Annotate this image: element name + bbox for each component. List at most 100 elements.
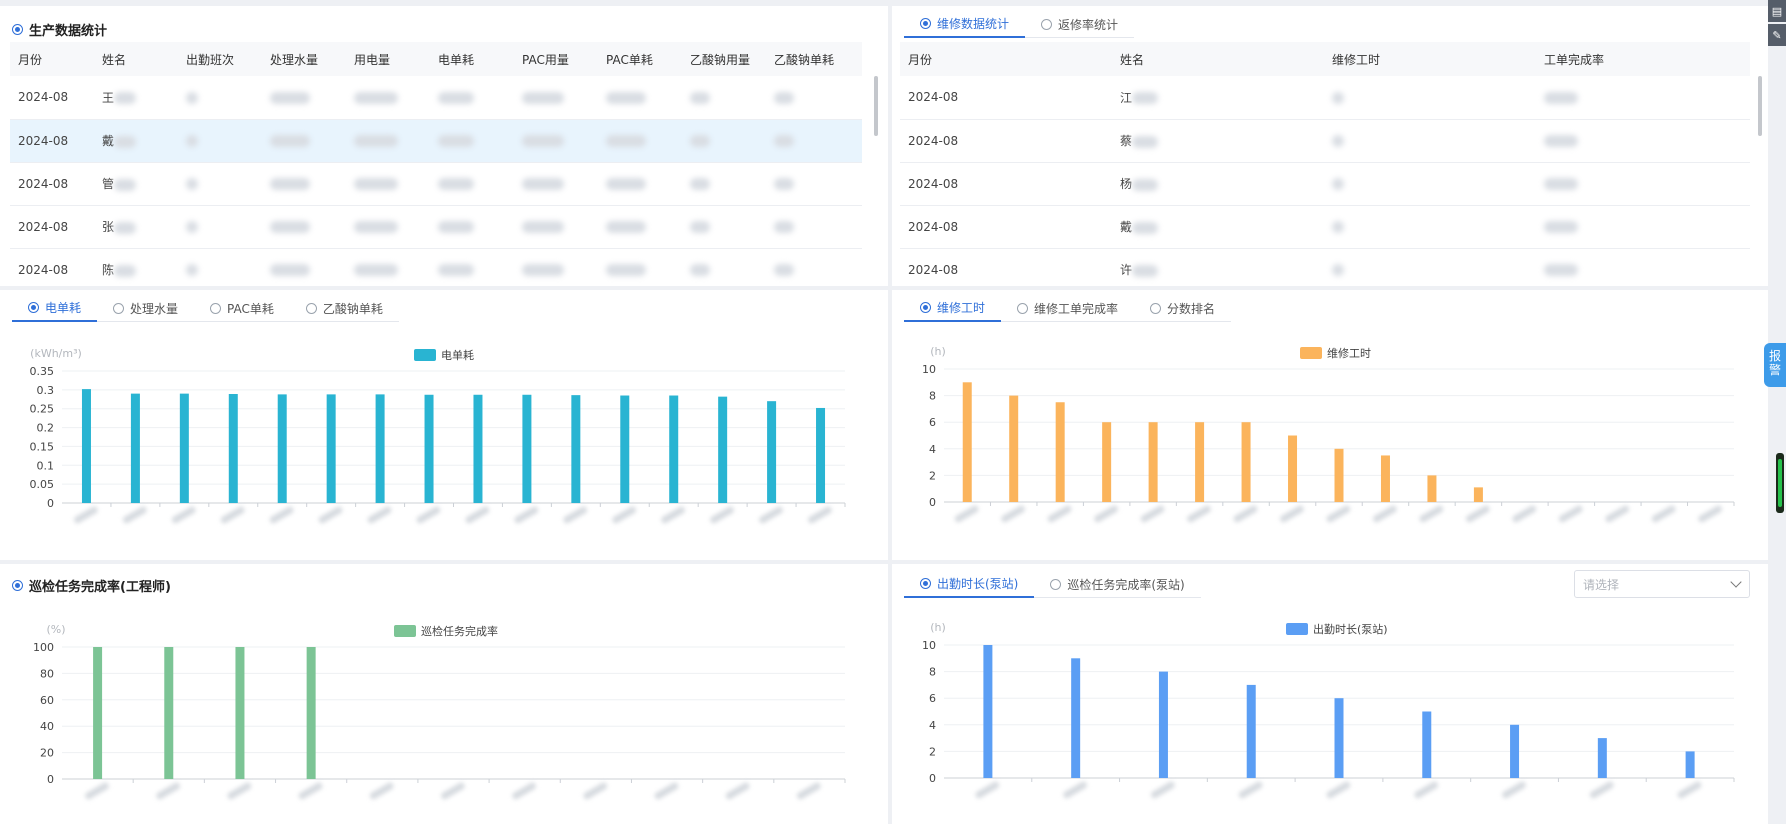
y-axis-unit: (h) bbox=[930, 621, 946, 634]
column-header[interactable]: 维修工时 bbox=[1324, 42, 1536, 76]
column-header[interactable]: 工单完成率 bbox=[1536, 42, 1750, 76]
bar[interactable] bbox=[1510, 724, 1520, 778]
value-cell bbox=[346, 248, 430, 286]
bar[interactable] bbox=[1102, 422, 1112, 502]
bar[interactable] bbox=[1422, 711, 1432, 779]
x-tick-label bbox=[975, 781, 1000, 799]
bar[interactable] bbox=[93, 647, 103, 779]
column-header[interactable]: 电单耗 bbox=[430, 42, 514, 76]
redacted-value bbox=[522, 178, 564, 190]
table-row[interactable]: 2024-08 戴 bbox=[10, 119, 862, 163]
bar[interactable] bbox=[1427, 475, 1437, 502]
bar[interactable] bbox=[326, 394, 336, 503]
table-row[interactable]: 2024-08 管 bbox=[10, 162, 862, 206]
x-tick-label bbox=[654, 782, 679, 800]
table-row[interactable]: 2024-08 蔡 bbox=[900, 119, 1750, 163]
y-tick-label: 10 bbox=[922, 639, 936, 652]
bar[interactable] bbox=[1597, 738, 1607, 778]
bar[interactable] bbox=[1071, 658, 1081, 778]
x-tick-label bbox=[269, 506, 294, 524]
bar[interactable] bbox=[235, 647, 245, 779]
name-text: 张 bbox=[102, 220, 115, 234]
table-row[interactable]: 2024-08 张 bbox=[10, 205, 862, 249]
y-tick-label: 20 bbox=[40, 747, 54, 760]
bar[interactable] bbox=[1158, 671, 1168, 778]
column-header[interactable]: 乙酸钠用量 bbox=[682, 42, 766, 76]
column-header[interactable]: PAC用量 bbox=[514, 42, 598, 76]
tab-1[interactable]: 返修率统计 bbox=[1025, 10, 1134, 38]
value-cell bbox=[430, 205, 514, 249]
name-cell: 许 bbox=[1112, 248, 1324, 286]
redacted-value bbox=[1132, 264, 1159, 277]
legend[interactable]: 电单耗 bbox=[414, 349, 474, 362]
value-cell bbox=[346, 119, 430, 163]
column-header[interactable]: 姓名 bbox=[1112, 42, 1324, 76]
bar[interactable] bbox=[1473, 487, 1483, 502]
column-header[interactable]: 月份 bbox=[900, 42, 1112, 76]
bar[interactable] bbox=[962, 382, 972, 502]
table-row[interactable]: 2024-08 江 bbox=[900, 76, 1750, 120]
name-cell: 蔡 bbox=[1112, 119, 1324, 163]
redacted-value bbox=[1332, 135, 1344, 147]
maintenance-panel: 维修数据统计 返修率统计 月份 姓名 维修工时 工单完成率 2024-08 江 2024-0… bbox=[892, 6, 1768, 286]
table-row[interactable]: 2024-08 戴 bbox=[900, 205, 1750, 249]
x-tick-label bbox=[1187, 505, 1211, 523]
edit-icon[interactable]: ✎ bbox=[1768, 24, 1786, 46]
bar[interactable] bbox=[767, 401, 777, 503]
bar[interactable] bbox=[179, 393, 189, 503]
document-icon[interactable]: ▤ bbox=[1768, 0, 1786, 22]
column-header[interactable]: 处理水量 bbox=[262, 42, 346, 76]
bar[interactable] bbox=[1241, 422, 1251, 502]
table-row[interactable]: 2024-08 王 bbox=[10, 76, 862, 120]
column-header[interactable]: 用电量 bbox=[346, 42, 430, 76]
bar[interactable] bbox=[522, 394, 532, 503]
bar[interactable] bbox=[1009, 395, 1019, 502]
bar[interactable] bbox=[1246, 684, 1256, 778]
table-scrollbar[interactable] bbox=[1758, 76, 1762, 136]
bar[interactable] bbox=[375, 394, 385, 503]
bar[interactable] bbox=[1055, 402, 1065, 502]
bar[interactable] bbox=[1685, 751, 1695, 778]
bar[interactable] bbox=[571, 395, 581, 503]
bar[interactable] bbox=[718, 396, 728, 503]
bar[interactable] bbox=[81, 389, 91, 503]
legend[interactable]: 出勤时长(泵站) bbox=[1286, 622, 1388, 636]
tab-0[interactable]: 维修数据统计 bbox=[904, 10, 1026, 38]
column-header[interactable]: 月份 bbox=[10, 42, 94, 76]
bar[interactable] bbox=[164, 647, 174, 779]
legend[interactable]: 维修工时 bbox=[1300, 346, 1371, 360]
bar[interactable] bbox=[1334, 448, 1344, 502]
value-cell bbox=[514, 162, 598, 206]
bar[interactable] bbox=[228, 394, 238, 503]
bar[interactable] bbox=[1288, 435, 1298, 503]
x-tick-label bbox=[440, 782, 465, 800]
column-header[interactable]: 乙酸钠单耗 bbox=[766, 42, 862, 76]
column-header[interactable]: 出勤班次 bbox=[178, 42, 262, 76]
y-tick-label: 2 bbox=[929, 745, 936, 758]
bar[interactable] bbox=[983, 645, 993, 778]
name-cell: 陈 bbox=[94, 248, 178, 286]
bar[interactable] bbox=[620, 395, 630, 503]
month-cell: 2024-08 bbox=[900, 162, 1112, 206]
alarm-tab[interactable]: 报警 bbox=[1764, 343, 1786, 387]
bar[interactable] bbox=[1334, 698, 1344, 778]
table-row[interactable]: 2024-08 杨 bbox=[900, 162, 1750, 206]
column-header[interactable]: 姓名 bbox=[94, 42, 178, 76]
table-row[interactable]: 2024-08 许 bbox=[900, 248, 1750, 286]
bar[interactable] bbox=[130, 393, 140, 503]
bar[interactable] bbox=[306, 647, 316, 779]
legend[interactable]: 巡检任务完成率 bbox=[394, 624, 498, 638]
table-row[interactable]: 2024-08 陈 bbox=[10, 248, 862, 286]
bar[interactable] bbox=[277, 394, 287, 503]
bar[interactable] bbox=[1380, 455, 1390, 502]
bar[interactable] bbox=[1195, 422, 1205, 502]
bar[interactable] bbox=[816, 407, 826, 503]
bar[interactable] bbox=[1148, 422, 1158, 502]
table-scrollbar[interactable] bbox=[874, 76, 878, 136]
alarm-label: 报警 bbox=[1768, 349, 1781, 377]
redacted-value bbox=[270, 264, 310, 276]
bar[interactable] bbox=[473, 394, 483, 503]
column-header[interactable]: PAC单耗 bbox=[598, 42, 682, 76]
bar[interactable] bbox=[424, 394, 434, 503]
bar[interactable] bbox=[669, 395, 679, 503]
